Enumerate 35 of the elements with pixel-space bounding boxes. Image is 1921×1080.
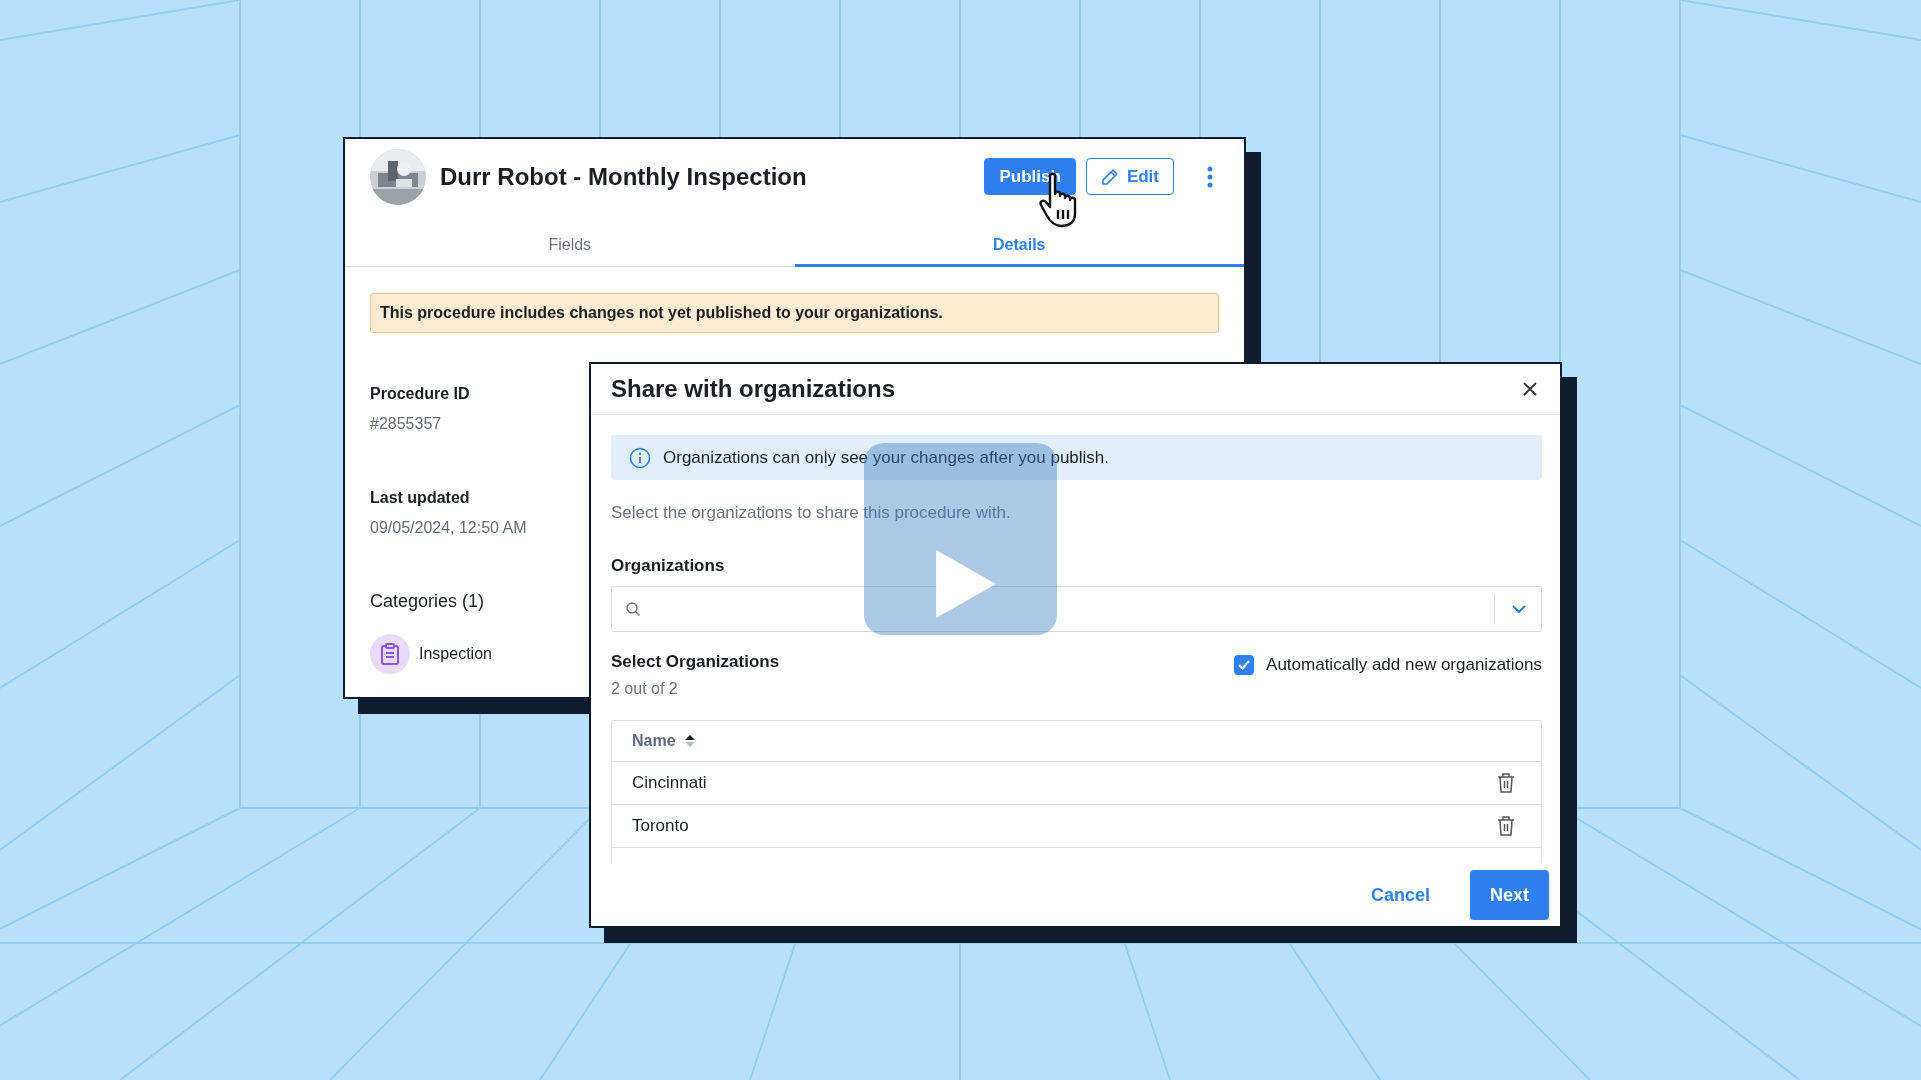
- detail-label: Last updated: [370, 489, 470, 507]
- checkmark-icon: [1237, 659, 1252, 671]
- edit-button[interactable]: Edit: [1085, 158, 1174, 195]
- detail-label: Procedure ID: [370, 385, 470, 403]
- cancel-button[interactable]: Cancel: [1350, 870, 1450, 920]
- trash-icon[interactable]: [1497, 772, 1515, 794]
- categories-heading: Categories (1): [370, 591, 485, 612]
- organizations-search-field[interactable]: [611, 586, 1542, 632]
- info-icon: [629, 446, 651, 469]
- chevron-down-icon[interactable]: [1511, 604, 1527, 614]
- table-cell: Cincinnati: [632, 773, 707, 793]
- column-header[interactable]: Name: [632, 732, 676, 750]
- next-button[interactable]: Next: [1470, 870, 1549, 920]
- procedure-title: Durr Robot - Monthly Inspection: [440, 162, 808, 191]
- checkbox-label: Automatically add new organizations: [1266, 655, 1542, 675]
- field-label: Organizations: [611, 556, 726, 576]
- warning-banner: This procedure includes changes not yet published to your organizations.: [370, 293, 1219, 333]
- detail-value: #2855357: [370, 415, 442, 433]
- table-cell: Toronto: [632, 816, 689, 836]
- detail-value: 09/05/2024, 12:50 AM: [370, 519, 527, 537]
- close-icon: [1522, 381, 1538, 397]
- info-text: Organizations can only see your changes after you publish.: [663, 447, 1110, 468]
- sort-icon[interactable]: [683, 734, 696, 748]
- clipboard-icon: [370, 634, 410, 674]
- selection-count: 2 out of 2: [611, 680, 679, 698]
- dialog-title: Share with organizations: [611, 375, 896, 403]
- play-icon: [935, 550, 996, 618]
- pencil-icon: [1100, 167, 1119, 186]
- tab[interactable]: Fields: [345, 228, 795, 267]
- section-title: Select Organizations: [611, 652, 780, 672]
- tab[interactable]: Details: [794, 228, 1244, 267]
- checkbox[interactable]: [1234, 655, 1255, 675]
- category-label: Inspection: [419, 645, 492, 663]
- trash-icon[interactable]: [1497, 815, 1515, 837]
- search-icon: [625, 601, 641, 617]
